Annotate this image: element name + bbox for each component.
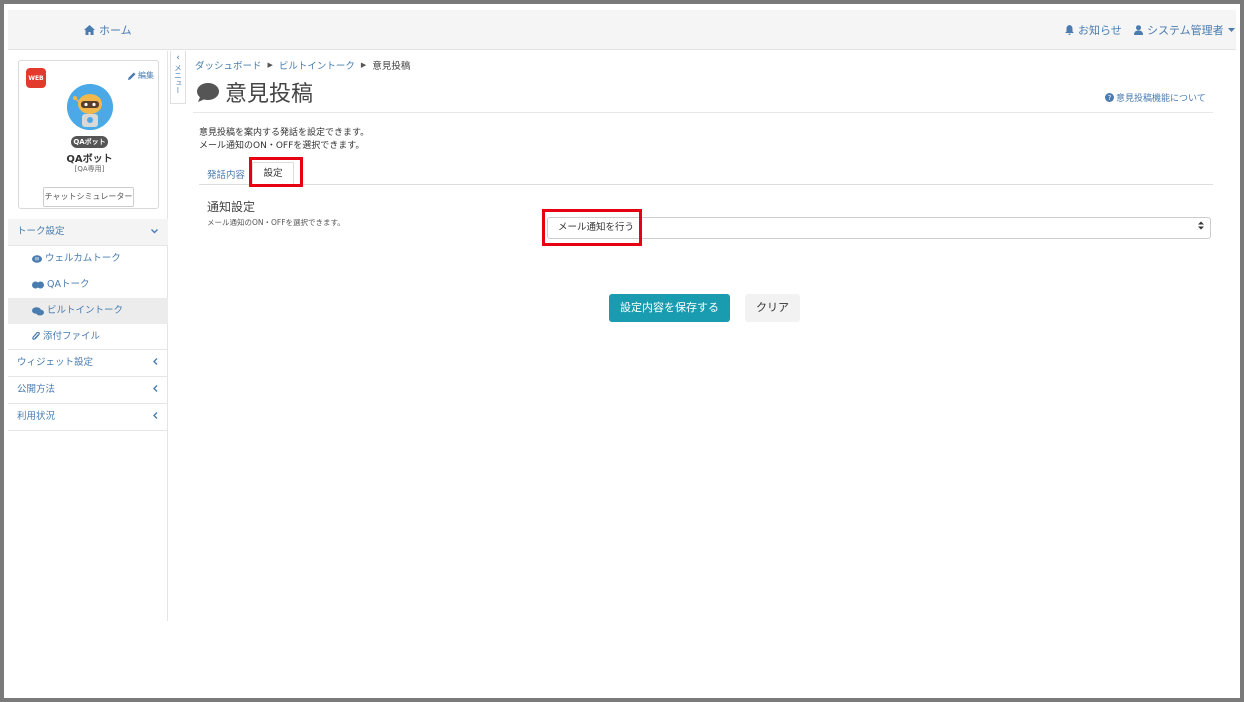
sidebar-menu: トーク設定 W ウェルカムトーク QAトーク ビルトイントーク 添付ファイル ウ… — [8, 219, 168, 431]
main-content: ダッシュボード ▶ ビルトイントーク ▶ 意見投稿 意見投稿 ? 意見投稿機能に… — [193, 51, 1213, 651]
menu-collapse-label: メニュー — [173, 64, 183, 94]
page-description: 意見投稿を案内する発話を設定できます。 — [199, 128, 370, 138]
sidebar-item-widget-settings[interactable]: ウィジェット設定 — [8, 350, 168, 377]
sidebar-item-publish-method[interactable]: 公開方法 — [8, 377, 168, 404]
home-label: ホーム — [99, 24, 132, 37]
comment-icon — [197, 82, 219, 102]
page-description: メール通知のON・OFFを選択できます。 — [199, 141, 365, 151]
sidebar-item-label: 公開方法 — [17, 384, 56, 395]
breadcrumb: ダッシュボード ▶ ビルトイントーク ▶ 意見投稿 — [195, 58, 410, 72]
help-link-label: 意見投稿機能について — [1116, 94, 1206, 104]
sidebar-item-label: ウェルカムトーク — [45, 253, 121, 264]
edit-label: 編集 — [138, 71, 154, 80]
svg-text:W: W — [35, 256, 40, 262]
bot-subtitle: [QA専用] — [74, 165, 105, 173]
chevron-left-icon — [153, 404, 158, 430]
sidebar-item-label: QAトーク — [47, 279, 90, 290]
comments-icon — [32, 306, 44, 316]
qa-talk-icon — [32, 281, 44, 289]
save-settings-button[interactable]: 設定内容を保存する — [609, 294, 730, 322]
sidebar-item-label: ビルトイントーク — [47, 305, 124, 316]
sidebar: WEB 編集 QAボット QAボット [QA専用] チャットシミュレーター トー… — [8, 51, 168, 621]
page-title-text: 意見投稿 — [225, 82, 314, 107]
user-icon — [1134, 25, 1143, 35]
title-divider — [193, 112, 1213, 113]
page-title: 意見投稿 — [197, 76, 313, 108]
help-link[interactable]: ? 意見投稿機能について — [1105, 91, 1206, 104]
notice-link[interactable]: お知らせ — [1065, 22, 1122, 38]
sidebar-item-welcome-talk[interactable]: W ウェルカムトーク — [8, 246, 168, 272]
tabs-divider — [199, 184, 1213, 185]
bot-type-badge: QAボット — [71, 136, 108, 148]
chevron-down-icon — [151, 219, 158, 245]
sidebar-item-qa-talk[interactable]: QAトーク — [8, 272, 168, 298]
chat-simulator-button[interactable]: チャットシミュレーター — [43, 187, 134, 207]
highlight-box — [249, 157, 303, 187]
breadcrumb-dashboard[interactable]: ダッシュボード — [195, 58, 262, 72]
sort-icon — [1198, 218, 1204, 238]
sidebar-item-builtin-talk[interactable]: ビルトイントーク — [8, 298, 168, 324]
user-menu[interactable]: システム管理者 — [1134, 22, 1235, 38]
home-icon — [84, 25, 95, 35]
highlight-box — [542, 209, 642, 246]
bell-icon — [1065, 25, 1074, 35]
sidebar-item-label: トーク設定 — [17, 226, 65, 237]
notification-settings-help: メール通知のON・OFFを選択できます。 — [207, 218, 345, 227]
menu-collapse-toggle[interactable]: ‹ メニュー — [170, 51, 186, 104]
question-circle-icon: ? — [1105, 93, 1114, 102]
sidebar-item-talk-settings[interactable]: トーク設定 — [8, 219, 168, 246]
notice-label: お知らせ — [1078, 24, 1122, 37]
sidebar-item-label: ウィジェット設定 — [17, 357, 94, 368]
sidebar-item-label: 利用状況 — [17, 411, 56, 422]
caret-right-icon: ▶ — [360, 61, 367, 69]
user-name: システム管理者 — [1147, 24, 1224, 37]
top-navbar: ホーム お知らせ システム管理者 — [8, 10, 1236, 50]
clear-button[interactable]: クリア — [745, 294, 800, 322]
bot-profile-card: WEB 編集 QAボット QAボット [QA専用] チャットシミュレーター — [18, 60, 159, 209]
edit-link[interactable]: 編集 — [128, 70, 154, 81]
pencil-icon — [128, 72, 136, 80]
sidebar-item-label: 添付ファイル — [43, 330, 101, 342]
sidebar-item-attachments[interactable]: 添付ファイル — [8, 324, 168, 350]
chevron-left-icon: ‹ — [176, 53, 180, 63]
caret-down-icon — [1227, 27, 1235, 33]
caret-right-icon: ▶ — [267, 61, 273, 69]
breadcrumb-current: 意見投稿 — [372, 61, 411, 72]
app-window: ホーム お知らせ システム管理者 WEB 編集 QAボット QAボット [QA専… — [8, 10, 1236, 690]
tab-utterance-content[interactable]: 発話内容 — [207, 167, 245, 181]
chevron-left-icon — [153, 377, 158, 403]
web-badge: WEB — [26, 68, 46, 88]
chevron-left-icon — [153, 350, 158, 376]
breadcrumb-builtin-talk[interactable]: ビルトイントーク — [279, 58, 355, 72]
svg-text:?: ? — [1108, 94, 1112, 102]
bot-name: QAボット — [66, 154, 113, 165]
notification-select[interactable]: メール通知を行う — [547, 217, 1211, 239]
welcome-talk-icon: W — [32, 254, 42, 264]
paperclip-icon — [32, 331, 40, 342]
sidebar-item-usage[interactable]: 利用状況 — [8, 404, 168, 431]
notification-settings-label: 通知設定 — [207, 200, 256, 214]
home-link[interactable]: ホーム — [84, 22, 132, 38]
bot-avatar — [67, 84, 113, 130]
